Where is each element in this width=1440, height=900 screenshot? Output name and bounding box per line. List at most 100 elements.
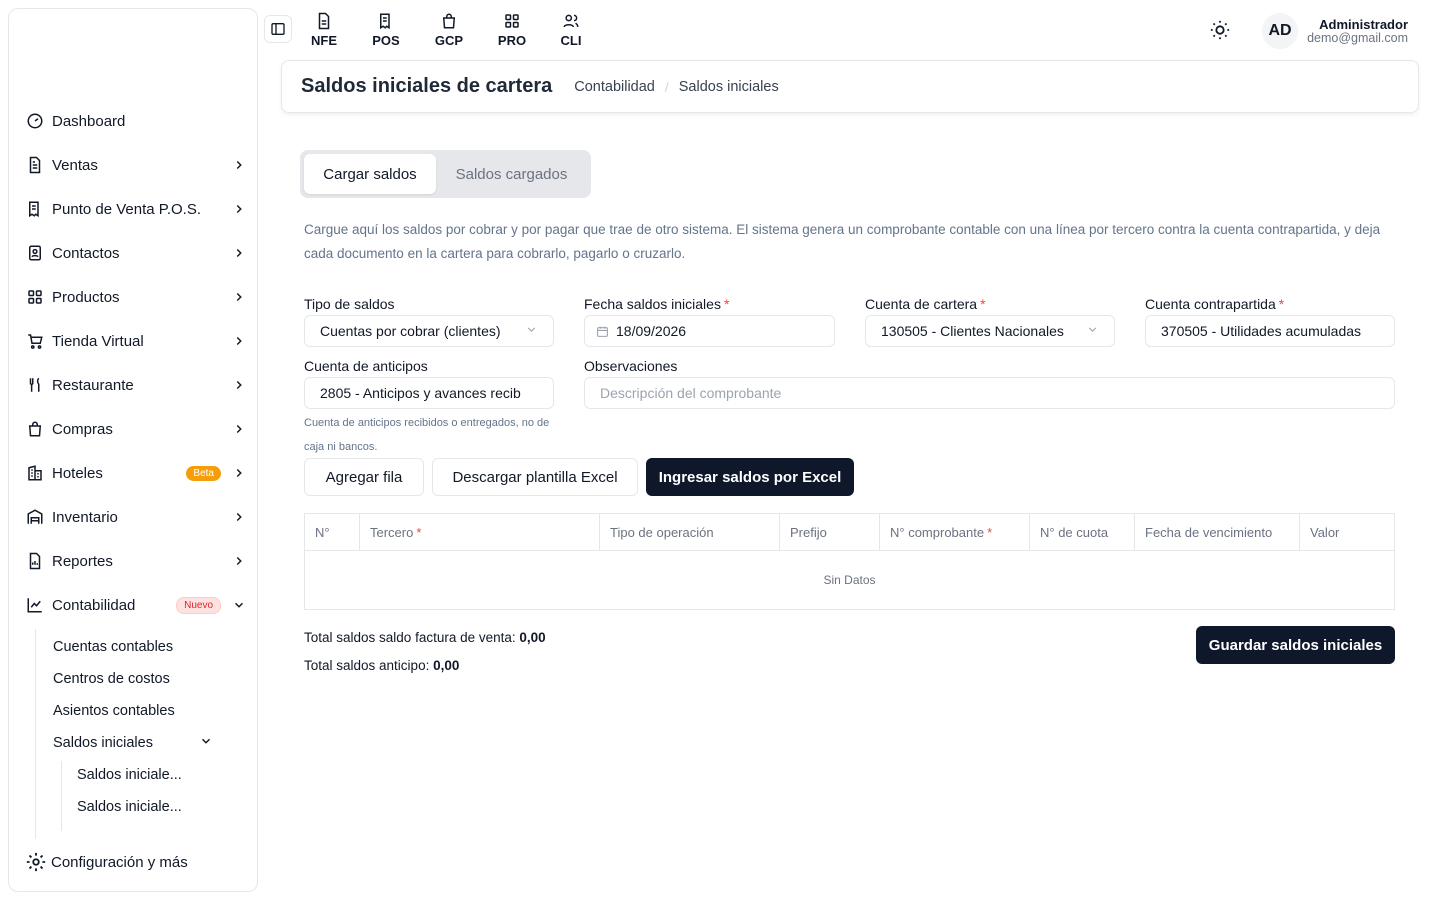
contrapartida-label: Cuenta contrapartida * [1145,296,1285,312]
submenu-item-centros-costos[interactable]: Centros de costos [53,665,170,693]
beta-badge: Beta [186,465,221,481]
chevron-right-icon [231,333,247,349]
sidebar-item-label: Productos [52,288,120,306]
building-icon [25,463,45,483]
sidebar-item-dashboard[interactable]: Dashboard [25,105,247,137]
sidebar-item-hoteles[interactable]: Hoteles Beta [25,457,247,489]
fecha-label: Fecha saldos iniciales * [584,296,730,312]
contacts-icon [25,243,45,263]
sidebar-toggle-button[interactable] [264,15,292,43]
app-gcp[interactable]: GCP [424,12,474,48]
app-label: CLI [560,33,582,48]
sidebar-item-compras[interactable]: Compras [25,413,247,445]
bag-icon [25,419,45,439]
column-header-comprobante: N° comprobante * [880,514,1030,550]
document-icon [25,155,45,175]
sidebar: Dashboard Ventas Punto de Venta P.O.S. C… [8,8,258,892]
total-anticipo-value: 0,00 [433,658,460,673]
column-header-cuota: N° de cuota [1030,514,1135,550]
chevron-right-icon [231,245,247,261]
total-venta: Total saldos saldo factura de venta: 0,0… [304,630,546,645]
page-header: Saldos iniciales de cartera Contabilidad… [281,60,1419,113]
add-row-button[interactable]: Agregar fila [304,458,424,496]
sidebar-item-tienda[interactable]: Tienda Virtual [25,325,247,357]
app-cli[interactable]: CLI [546,12,596,48]
theme-toggle-icon[interactable] [1209,19,1231,41]
chevron-down-icon [199,734,213,752]
submenu-item-saldos-iniciales[interactable]: Saldos iniciales [53,729,213,757]
contrapartida-select[interactable]: 370505 - Utilidades acumuladas [1145,315,1395,347]
observaciones-label: Observaciones [584,358,678,374]
app-pos[interactable]: POS [361,12,411,48]
app-label: NFE [311,33,337,48]
gear-icon [25,851,47,873]
breadcrumb-item-contabilidad[interactable]: Contabilidad [574,79,655,95]
submenu-item-asientos[interactable]: Asientos contables [53,697,175,725]
tipo-label: Tipo de saldos [304,296,395,312]
cartera-label: Cuenta de cartera * [865,296,986,312]
anticipos-label: Cuenta de anticipos [304,358,428,374]
subsubmenu-item-saldos-2[interactable]: Saldos iniciale... [77,793,182,821]
tipo-select[interactable]: Cuentas por cobrar (clientes) [304,315,554,347]
utensils-icon [25,375,45,395]
contrapartida-value: 370505 - Utilidades acumuladas [1161,323,1362,339]
sidebar-item-contactos[interactable]: Contactos [25,237,247,269]
bag-icon [440,12,458,30]
sidebar-item-restaurante[interactable]: Restaurante [25,369,247,401]
calendar-icon [596,325,609,338]
config-button[interactable]: Configuración y más [25,847,188,877]
table-header: N° Tercero * Tipo de operación Prefijo N°… [305,514,1394,551]
submenu-guide [35,629,36,839]
tab-saldos-cargados[interactable]: Saldos cargados [436,154,587,194]
warehouse-icon [25,507,45,527]
sidebar-item-label: Ventas [52,156,98,174]
column-header-tipo-operacion: Tipo de operación [600,514,780,550]
sidebar-item-label: Inventario [52,508,118,526]
total-venta-value: 0,00 [519,630,546,645]
sidebar-item-productos[interactable]: Productos [25,281,247,313]
config-label: Configuración y más [51,853,188,871]
sidebar-item-inventario[interactable]: Inventario [25,501,247,533]
submenu-item-cuentas-contables[interactable]: Cuentas contables [53,633,173,661]
import-excel-button[interactable]: Ingresar saldos por Excel [646,458,854,496]
download-template-button[interactable]: Descargar plantilla Excel [432,458,638,496]
cartera-select[interactable]: 130505 - Clientes Nacionales [865,315,1115,347]
app-label: PRO [497,33,527,48]
balances-table: N° Tercero * Tipo de operación Prefijo N°… [304,513,1395,610]
panel-icon [271,23,285,35]
column-header-vencimiento: Fecha de vencimiento [1135,514,1300,550]
tab-cargar-saldos[interactable]: Cargar saldos [304,154,436,194]
sidebar-item-ventas[interactable]: Ventas [25,149,247,181]
anticipos-value: 2805 - Anticipos y avances recib [320,385,521,401]
report-icon [25,551,45,571]
subsubmenu-guide [61,761,62,831]
chevron-right-icon [231,465,247,481]
anticipos-select[interactable]: 2805 - Anticipos y avances recib [304,377,554,409]
total-anticipo: Total saldos anticipo: 0,00 [304,658,460,673]
save-balances-button[interactable]: Guardar saldos iniciales [1196,626,1395,664]
tabs: Cargar saldos Saldos cargados [300,150,591,198]
sidebar-item-label: Hoteles [52,464,103,482]
app-nfe[interactable]: NFE [299,12,349,48]
app-label: GCP [434,33,464,48]
user-email: demo@gmail.com [1307,31,1408,45]
chevron-right-icon [231,421,247,437]
anticipos-hint: Cuenta de anticipos recibidos o entregad… [304,417,550,453]
sidebar-item-contabilidad[interactable]: Contabilidad Nuevo [25,589,247,621]
subsubmenu-item-saldos-1[interactable]: Saldos iniciale... [77,761,182,789]
fecha-input[interactable]: 18/09/2026 [584,315,835,347]
avatar[interactable]: AD [1262,13,1298,49]
sidebar-item-pos[interactable]: Punto de Venta P.O.S. [25,193,247,225]
receipt-icon [25,199,45,219]
column-header-valor: Valor [1310,524,1340,540]
tipo-value: Cuentas por cobrar (clientes) [320,323,501,339]
dashboard-icon [25,111,45,131]
breadcrumb-item-saldos[interactable]: Saldos iniciales [679,79,779,95]
sidebar-item-label: Tienda Virtual [52,332,144,350]
chart-icon [25,595,45,615]
observaciones-input[interactable]: Descripción del comprobante [584,377,1395,409]
sidebar-item-label: Punto de Venta P.O.S. [52,200,202,218]
sidebar-item-reportes[interactable]: Reportes [25,545,247,577]
app-pro[interactable]: PRO [487,12,537,48]
chevron-right-icon [231,289,247,305]
